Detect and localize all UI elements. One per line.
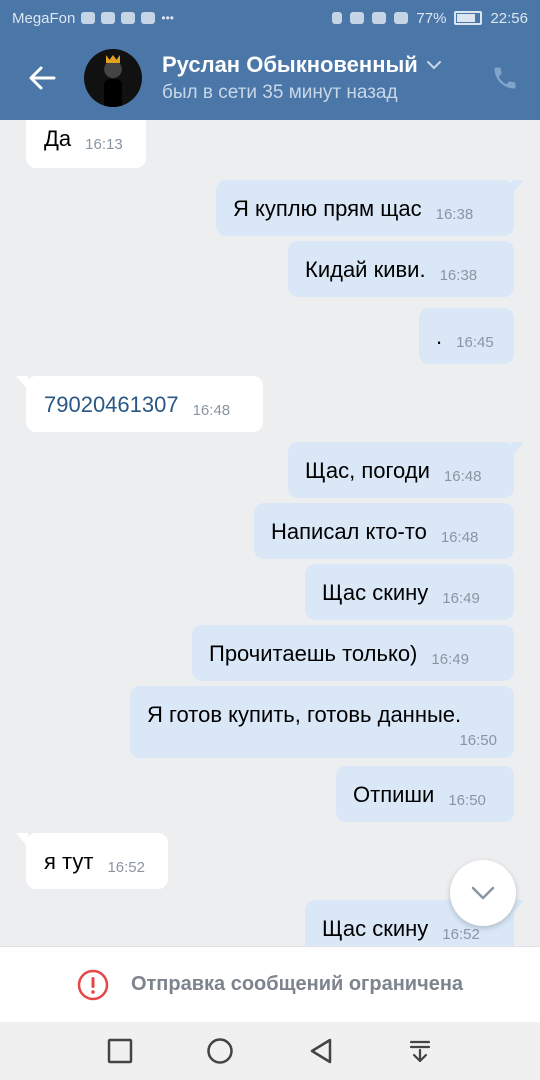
back-triangle-icon[interactable] (308, 1037, 334, 1065)
message-outgoing[interactable]: Прочитаешь только) 16:49 (192, 625, 514, 681)
message-incoming[interactable]: Да 16:13 (26, 120, 146, 168)
last-seen-status: был в сети 35 минут назад (162, 82, 398, 103)
message-time: 16:48 (443, 468, 482, 485)
message-time: 16:48 (440, 529, 479, 546)
message-time: 16:49 (431, 651, 469, 668)
phone-number-link[interactable]: 79020461307 (44, 392, 179, 418)
messaging-restricted-banner: Отправка сообщений ограничена (0, 946, 540, 1022)
message-time: 16:13 (85, 136, 123, 153)
message-list[interactable]: Да 16:13 Я куплю прям щас 16:38 Кидай ки… (0, 120, 540, 946)
telegram-notification-icon (141, 12, 156, 24)
message-time: 16:49 (442, 590, 480, 607)
contact-info[interactable]: Руслан Обыкновенный был в сети 35 минут … (162, 52, 442, 104)
home-icon[interactable] (206, 1037, 234, 1065)
message-time: 16:50 (448, 792, 486, 809)
cloud-notification-icon (101, 12, 116, 24)
more-notifications-icon: ••• (161, 11, 174, 25)
message-text: Щас скину (322, 916, 429, 941)
message-incoming[interactable]: я тут 16:52 (16, 833, 168, 889)
contact-name: Руслан Обыкновенный (162, 52, 418, 77)
alert-icon (77, 969, 109, 1000)
message-outgoing[interactable]: Щас скину 16:49 (305, 564, 514, 620)
call-button[interactable] (470, 36, 540, 120)
back-arrow-icon (29, 66, 56, 90)
message-text: Да (44, 126, 72, 151)
message-text: Кидай киви. (305, 257, 426, 282)
notification-pulldown-icon[interactable] (407, 1038, 433, 1064)
chat-notification-icon (81, 12, 96, 24)
status-bar: MegaFon ••• 77% 22:56 (0, 0, 540, 36)
bluetooth-icon (332, 12, 343, 24)
message-time: 16:50 (459, 732, 497, 749)
restriction-text: Отправка сообщений ограничена (130, 973, 464, 995)
android-nav-bar (0, 1022, 540, 1080)
battery-icon (454, 11, 483, 25)
wifi-icon (372, 12, 387, 24)
message-outgoing[interactable]: Щас, погоди 16:48 (288, 442, 524, 498)
recent-apps-icon[interactable] (107, 1038, 133, 1064)
message-time: 16:45 (456, 334, 494, 351)
message-text: Я куплю прям щас (233, 196, 422, 221)
message-outgoing[interactable]: Я куплю прям щас 16:38 (216, 180, 524, 236)
message-text: Щас скину (322, 580, 429, 605)
message-time: 16:38 (435, 206, 474, 223)
message-text: Щас, погоди (305, 458, 430, 483)
message-outgoing[interactable]: Я готов купить, готовь данные. 16:50 (130, 686, 514, 758)
signal-icon (394, 12, 409, 24)
message-outgoing[interactable]: . 16:45 (419, 308, 514, 364)
contact-avatar[interactable] (84, 49, 142, 107)
phone-icon (494, 67, 516, 89)
message-outgoing[interactable]: Отпиши 16:50 (336, 766, 514, 822)
chevron-down-icon (471, 886, 495, 900)
carrier-label: MegaFon (12, 9, 76, 27)
message-outgoing[interactable]: Написал кто-то 16:48 (254, 503, 514, 559)
message-incoming[interactable]: 79020461307 16:48 (16, 376, 263, 432)
chat-header: Руслан Обыкновенный был в сети 35 минут … (0, 36, 540, 120)
vk-notification-icon (121, 12, 136, 24)
message-text: Прочитаешь только) (209, 641, 418, 666)
message-time: 16:48 (192, 402, 231, 419)
message-text: Написал кто-то (271, 519, 427, 544)
mute-icon (350, 12, 365, 24)
clock: 22:56 (490, 9, 528, 27)
battery-percent: 77% (416, 9, 447, 27)
message-text: . (436, 324, 443, 349)
message-time: 16:38 (439, 267, 478, 284)
message-text: Отпиши (353, 782, 435, 807)
back-button[interactable] (0, 36, 84, 120)
message-text: я тут (44, 849, 94, 874)
message-time: 16:52 (107, 859, 145, 876)
chevron-down-icon (426, 61, 441, 70)
crown-icon (106, 55, 120, 63)
message-text: Я готов купить, готовь данные. (147, 702, 462, 727)
scroll-to-bottom-button[interactable] (450, 860, 516, 926)
message-outgoing[interactable]: Кидай киви. 16:38 (288, 241, 514, 297)
